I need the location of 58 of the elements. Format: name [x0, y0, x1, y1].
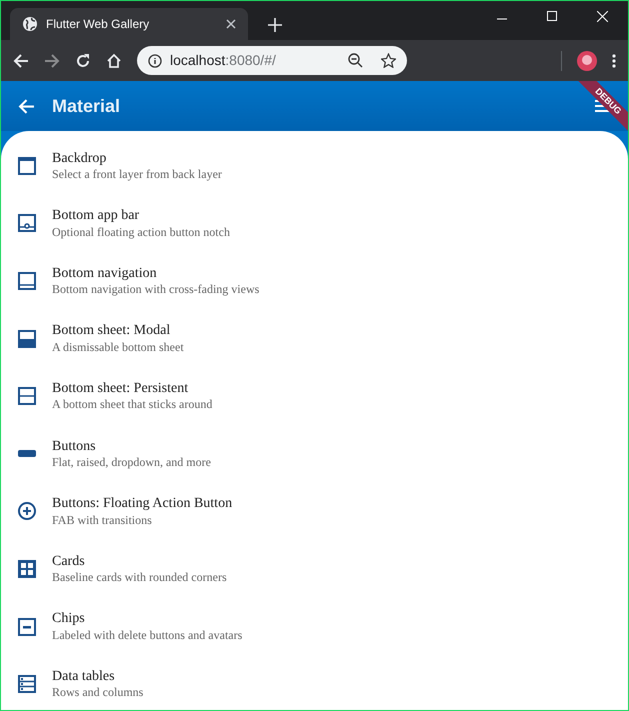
item-title: Chips — [52, 610, 86, 628]
item-subtitle: Baseline cards with rounded corners — [52, 570, 227, 586]
item-subtitle: A bottom sheet that sticks around — [52, 397, 212, 412]
more-vertical-icon[interactable] — [612, 54, 616, 68]
star-icon[interactable] — [381, 53, 396, 68]
table-icon — [17, 674, 37, 694]
list-item[interactable]: Chips Labeled with delete buttons and avatars — [1, 598, 628, 656]
item-subtitle: Rows and columns — [52, 685, 144, 700]
back-arrow-icon[interactable] — [13, 52, 29, 68]
app-bar-title: Material — [52, 94, 120, 118]
tab-title: Flutter Web Gallery — [46, 16, 150, 33]
item-subtitle: Flat, raised, dropdown, and more — [52, 455, 211, 470]
item-title: Buttons: Floating Action Button — [52, 495, 232, 513]
list-item[interactable]: Cards Baseline cards with rounded corners — [1, 540, 628, 598]
bottom-bar-icon — [17, 213, 37, 234]
list-item[interactable]: Bottom sheet: Modal A dismissable bottom sheet — [1, 310, 628, 368]
list-item[interactable]: Backdrop Select a front layer from back layer — [1, 137, 628, 195]
list-item[interactable]: Data tables Rows and columns — [1, 655, 628, 710]
item-title: Bottom navigation — [52, 264, 158, 282]
item-title: Bottom sheet: Modal — [52, 322, 172, 340]
item-title: Buttons — [52, 438, 97, 456]
item-title: Cards — [52, 552, 86, 570]
item-title: Data tables — [52, 668, 116, 686]
maximize-icon[interactable] — [547, 11, 557, 21]
reload-icon[interactable] — [75, 52, 91, 68]
globe-icon — [22, 16, 38, 32]
list-item[interactable]: Buttons: Floating Action Button FAB with transitions — [1, 482, 628, 540]
info-icon — [148, 54, 162, 68]
item-subtitle: Select a front layer from back layer — [52, 167, 222, 182]
window-icon — [17, 156, 37, 176]
item-subtitle: FAB with transitions — [52, 512, 153, 528]
item-title: Backdrop — [52, 150, 108, 168]
forward-arrow-icon[interactable] — [44, 52, 60, 68]
avatar-icon[interactable] — [577, 50, 597, 70]
item-title: Bottom sheet: Persistent — [52, 380, 190, 398]
home-icon[interactable] — [106, 52, 122, 68]
split-square-icon — [17, 386, 37, 406]
item-subtitle: Optional floating action button notch — [52, 224, 230, 240]
browser-tab[interactable]: Flutter Web Gallery — [10, 8, 248, 40]
list-item[interactable]: Bottom app bar Optional floating action button notch — [1, 194, 628, 252]
half-filled-square-icon — [17, 328, 37, 349]
address-bar[interactable]: localhost:8080/#/ — [137, 46, 407, 75]
zoom-out-icon[interactable] — [348, 53, 363, 68]
item-subtitle: Labeled with delete buttons and avatars — [52, 628, 242, 643]
url-host: localhost — [170, 52, 226, 68]
url-path: :8080/#/ — [225, 52, 276, 68]
grid-icon — [17, 558, 37, 579]
plus-circle-icon — [17, 501, 37, 522]
item-subtitle: Bottom navigation with cross-fading views — [52, 282, 260, 298]
list-item[interactable]: Bottom navigation Bottom navigation with cross-fading views — [1, 252, 628, 310]
close-icon[interactable] — [226, 19, 236, 29]
minus-square-icon — [17, 616, 37, 637]
list-item[interactable]: Bottom sheet: Persistent A bottom sheet that sticks around — [1, 367, 628, 425]
bottom-bar-icon — [17, 270, 37, 291]
item-subtitle: A dismissable bottom sheet — [52, 340, 184, 355]
list-item[interactable]: Buttons Flat, raised, dropdown, and more — [1, 424, 628, 483]
item-title: Bottom app bar — [52, 207, 140, 225]
new-tab-icon[interactable] — [268, 18, 282, 32]
